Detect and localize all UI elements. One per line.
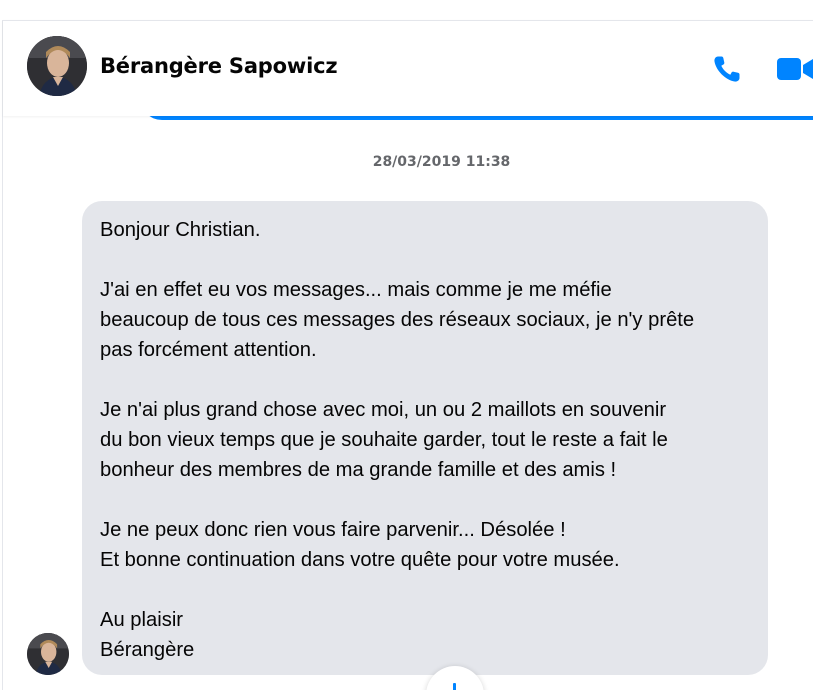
message-line: J'ai en effet eu vos messages... mais co… [100, 279, 612, 301]
sender-photo [27, 633, 69, 675]
message-line: Et bonne continuation dans votre quête p… [100, 549, 620, 571]
message-line: Je n'ai plus grand chose avec moi, un ou… [100, 399, 667, 421]
video-call-button[interactable] [775, 51, 813, 87]
message-line: Bonjour Christian. [100, 219, 261, 241]
message-line [100, 245, 750, 275]
message-line [100, 485, 750, 515]
panel-divider [2, 20, 3, 690]
video-camera-icon [777, 58, 813, 80]
message-line: pas forcément attention. [100, 339, 317, 361]
message-timestamp: 28/03/2019 11:38 [372, 154, 511, 170]
contact-photo [27, 36, 87, 96]
message-line: bonheur des membres de ma grande famille… [100, 459, 617, 481]
contact-name[interactable]: Bérangère Sapowicz [100, 54, 338, 78]
message-line: beaucoup de tous ces messages des réseau… [100, 309, 695, 331]
window-top-strip [0, 0, 813, 20]
arrow-down-icon [453, 683, 456, 690]
message-line [100, 365, 750, 395]
messenger-conversation: Bérangère Sapowicz 28/03/2019 11:38 Bonj… [0, 0, 813, 690]
received-message-bubble[interactable]: Bonjour Christian. J'ai en effet eu vos … [82, 201, 768, 675]
phone-icon [714, 56, 740, 82]
conversation-header: Bérangère Sapowicz [3, 20, 813, 116]
contact-avatar[interactable] [27, 36, 87, 96]
message-line: Au plaisir [100, 609, 184, 631]
message-line: Bérangère [100, 639, 195, 661]
message-line: Je ne peux donc rien vous faire parvenir… [100, 519, 566, 541]
message-line: du bon vieux temps que je souhaite garde… [100, 429, 668, 451]
sender-avatar[interactable] [27, 633, 69, 675]
message-line [100, 575, 750, 605]
voice-call-button[interactable] [709, 51, 745, 87]
